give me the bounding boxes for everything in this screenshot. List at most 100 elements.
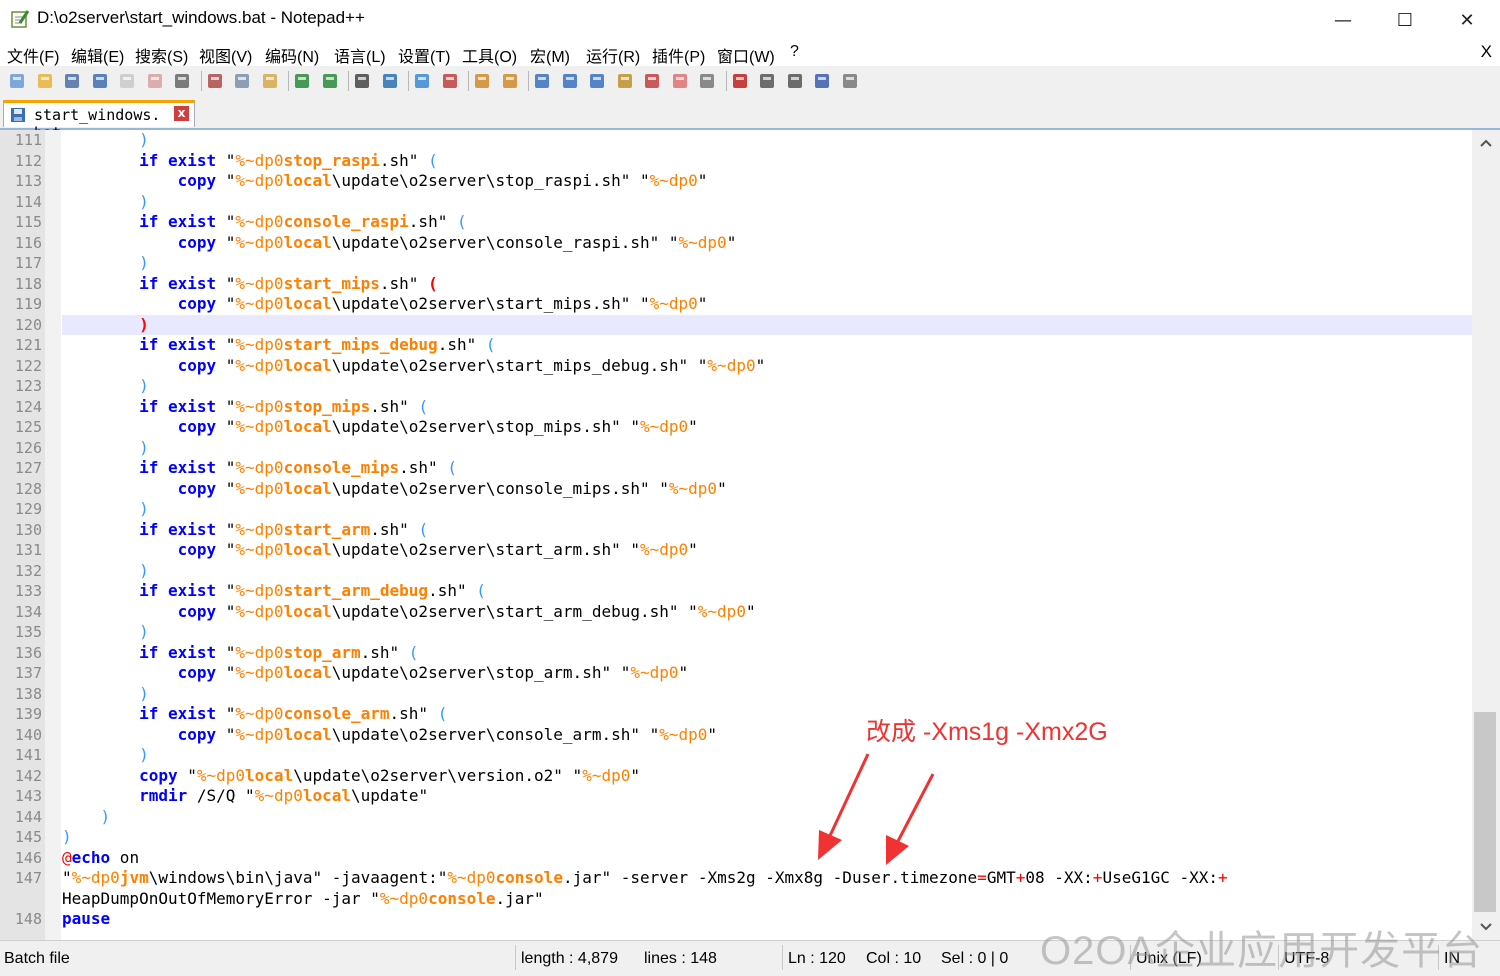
- tab-start-windows-bat[interactable]: start_windows. bat x: [3, 100, 195, 142]
- show-all-chars-icon[interactable]: [560, 71, 580, 91]
- new-file-icon[interactable]: [7, 71, 27, 91]
- doc-map-icon[interactable]: [615, 71, 635, 91]
- undo-icon[interactable]: [292, 71, 312, 91]
- code-line[interactable]: 130 if exist "%~dp0start_arm.sh" (: [0, 520, 1472, 541]
- play-macro-icon[interactable]: [785, 71, 805, 91]
- code-line[interactable]: 116 copy "%~dp0local\update\o2server\con…: [0, 233, 1472, 254]
- sync-horizontal-icon[interactable]: [500, 71, 520, 91]
- close-document-x[interactable]: X: [1481, 42, 1492, 62]
- code-token: ": [62, 868, 72, 887]
- code-line[interactable]: 147 "%~dp0jvm\windows\bin\java" -javaagen…: [0, 868, 1472, 889]
- menu-encoding[interactable]: 编码(N): [265, 43, 319, 67]
- scrollbar-thumb[interactable]: [1474, 712, 1496, 912]
- code-line[interactable]: 141 ): [0, 745, 1472, 766]
- menu-view[interactable]: 视图(V): [199, 43, 252, 67]
- zoom-in-icon[interactable]: [412, 71, 432, 91]
- code-line[interactable]: HeapDumpOnOutOfMemoryError -jar "%~dp0co…: [0, 889, 1472, 910]
- menu-run[interactable]: 运行(R): [586, 43, 640, 67]
- word-wrap-icon[interactable]: [532, 71, 552, 91]
- tab-close-icon[interactable]: x: [174, 106, 189, 121]
- code-text: ): [62, 622, 1472, 643]
- close-all-icon[interactable]: [145, 71, 165, 91]
- code-line[interactable]: 121 if exist "%~dp0start_mips_debug.sh" …: [0, 335, 1472, 356]
- close-window-button[interactable]: ✕: [1436, 0, 1498, 40]
- code-line[interactable]: 145): [0, 827, 1472, 848]
- record-macro-icon[interactable]: [730, 71, 750, 91]
- open-file-icon[interactable]: [35, 71, 55, 91]
- code-line[interactable]: 136 if exist "%~dp0stop_arm.sh" (: [0, 643, 1472, 664]
- code-line[interactable]: 115 if exist "%~dp0console_raspi.sh" (: [0, 212, 1472, 233]
- menu-file[interactable]: 文件(F): [7, 43, 59, 67]
- code-token: local: [283, 540, 332, 559]
- menu-help[interactable]: ?: [790, 43, 799, 61]
- code-line[interactable]: 129 ): [0, 499, 1472, 520]
- print-icon[interactable]: [172, 71, 192, 91]
- save-all-icon[interactable]: [90, 71, 110, 91]
- menu-macro[interactable]: 宏(M): [530, 43, 570, 67]
- menu-edit[interactable]: 编辑(E): [71, 43, 124, 67]
- code-line[interactable]: 120 ): [0, 314, 1472, 335]
- code-text: copy "%~dp0local\update\o2server\start_m…: [62, 356, 1472, 377]
- code-line[interactable]: 119 copy "%~dp0local\update\o2server\sta…: [0, 294, 1472, 315]
- code-text: ): [62, 438, 1472, 459]
- code-line[interactable]: 134 copy "%~dp0local\update\o2server\sta…: [0, 602, 1472, 623]
- code-line[interactable]: 138 ): [0, 684, 1472, 705]
- code-line[interactable]: 137 copy "%~dp0local\update\o2server\sto…: [0, 663, 1472, 684]
- code-line[interactable]: 128 copy "%~dp0local\update\o2server\con…: [0, 479, 1472, 500]
- menu-search[interactable]: 搜索(S): [135, 43, 188, 67]
- function-list-icon[interactable]: [642, 71, 662, 91]
- close-icon[interactable]: [117, 71, 137, 91]
- menu-tools[interactable]: 工具(O): [462, 43, 517, 67]
- folder-workspace-icon[interactable]: [670, 71, 690, 91]
- code-line[interactable]: 113 copy "%~dp0local\update\o2server\sto…: [0, 171, 1472, 192]
- code-line[interactable]: 114 ): [0, 192, 1472, 213]
- code-line[interactable]: 125 copy "%~dp0local\update\o2server\sto…: [0, 417, 1472, 438]
- find-icon[interactable]: [352, 71, 372, 91]
- code-line[interactable]: 112 if exist "%~dp0stop_raspi.sh" (: [0, 151, 1472, 172]
- minimize-button[interactable]: —: [1312, 0, 1374, 40]
- code-line[interactable]: 124 if exist "%~dp0stop_mips.sh" (: [0, 397, 1472, 418]
- code-line[interactable]: 122 copy "%~dp0local\update\o2server\sta…: [0, 356, 1472, 377]
- code-line[interactable]: 135 ): [0, 622, 1472, 643]
- code-token: ): [139, 130, 149, 149]
- indent-guide-icon[interactable]: [587, 71, 607, 91]
- save-icon[interactable]: [62, 71, 82, 91]
- code-line[interactable]: 143 rmdir /S/Q "%~dp0local\update": [0, 786, 1472, 807]
- replace-icon[interactable]: [380, 71, 400, 91]
- code-line[interactable]: 142 copy "%~dp0local\update\o2server\ver…: [0, 766, 1472, 787]
- code-line[interactable]: 127 if exist "%~dp0console_mips.sh" (: [0, 458, 1472, 479]
- code-editor[interactable]: 111 ) 112 if exist "%~dp0stop_raspi.sh" (…: [0, 130, 1472, 940]
- menu-plugins[interactable]: 插件(P): [652, 43, 705, 67]
- code-line[interactable]: 126 ): [0, 438, 1472, 459]
- code-line[interactable]: 139 if exist "%~dp0console_arm.sh" (: [0, 704, 1472, 725]
- cut-icon[interactable]: [205, 71, 225, 91]
- code-token: %~dp0: [235, 478, 284, 498]
- zoom-out-icon[interactable]: [440, 71, 460, 91]
- run-macro-multiple-icon[interactable]: [812, 71, 832, 91]
- copy-icon[interactable]: [232, 71, 252, 91]
- code-line[interactable]: 140 copy "%~dp0local\update\o2server\con…: [0, 725, 1472, 746]
- code-line[interactable]: 144 ): [0, 807, 1472, 828]
- menu-settings[interactable]: 设置(T): [398, 43, 450, 67]
- maximize-button[interactable]: ☐: [1374, 0, 1436, 40]
- code-line[interactable]: 133 if exist "%~dp0start_arm_debug.sh" (: [0, 581, 1472, 602]
- code-line[interactable]: 123 ): [0, 376, 1472, 397]
- sync-vertical-icon[interactable]: [472, 71, 492, 91]
- monitor-icon[interactable]: [697, 71, 717, 91]
- save-macro-icon[interactable]: [840, 71, 860, 91]
- code-line[interactable]: 118 if exist "%~dp0start_mips.sh" (: [0, 274, 1472, 295]
- code-line[interactable]: 132 ): [0, 561, 1472, 582]
- menu-language[interactable]: 语言(L): [334, 43, 386, 67]
- code-line[interactable]: 111 ): [0, 130, 1472, 151]
- paste-icon[interactable]: [260, 71, 280, 91]
- redo-icon[interactable]: [320, 71, 340, 91]
- code-line[interactable]: 131 copy "%~dp0local\update\o2server\sta…: [0, 540, 1472, 561]
- code-line[interactable]: 117 ): [0, 253, 1472, 274]
- vertical-scrollbar[interactable]: [1472, 130, 1500, 940]
- scroll-up-icon[interactable]: [1478, 136, 1494, 152]
- code-line[interactable]: 146 @echo on: [0, 848, 1472, 869]
- stop-record-icon[interactable]: [757, 71, 777, 91]
- code-token: ": [216, 355, 236, 375]
- menu-window[interactable]: 窗口(W): [717, 43, 775, 67]
